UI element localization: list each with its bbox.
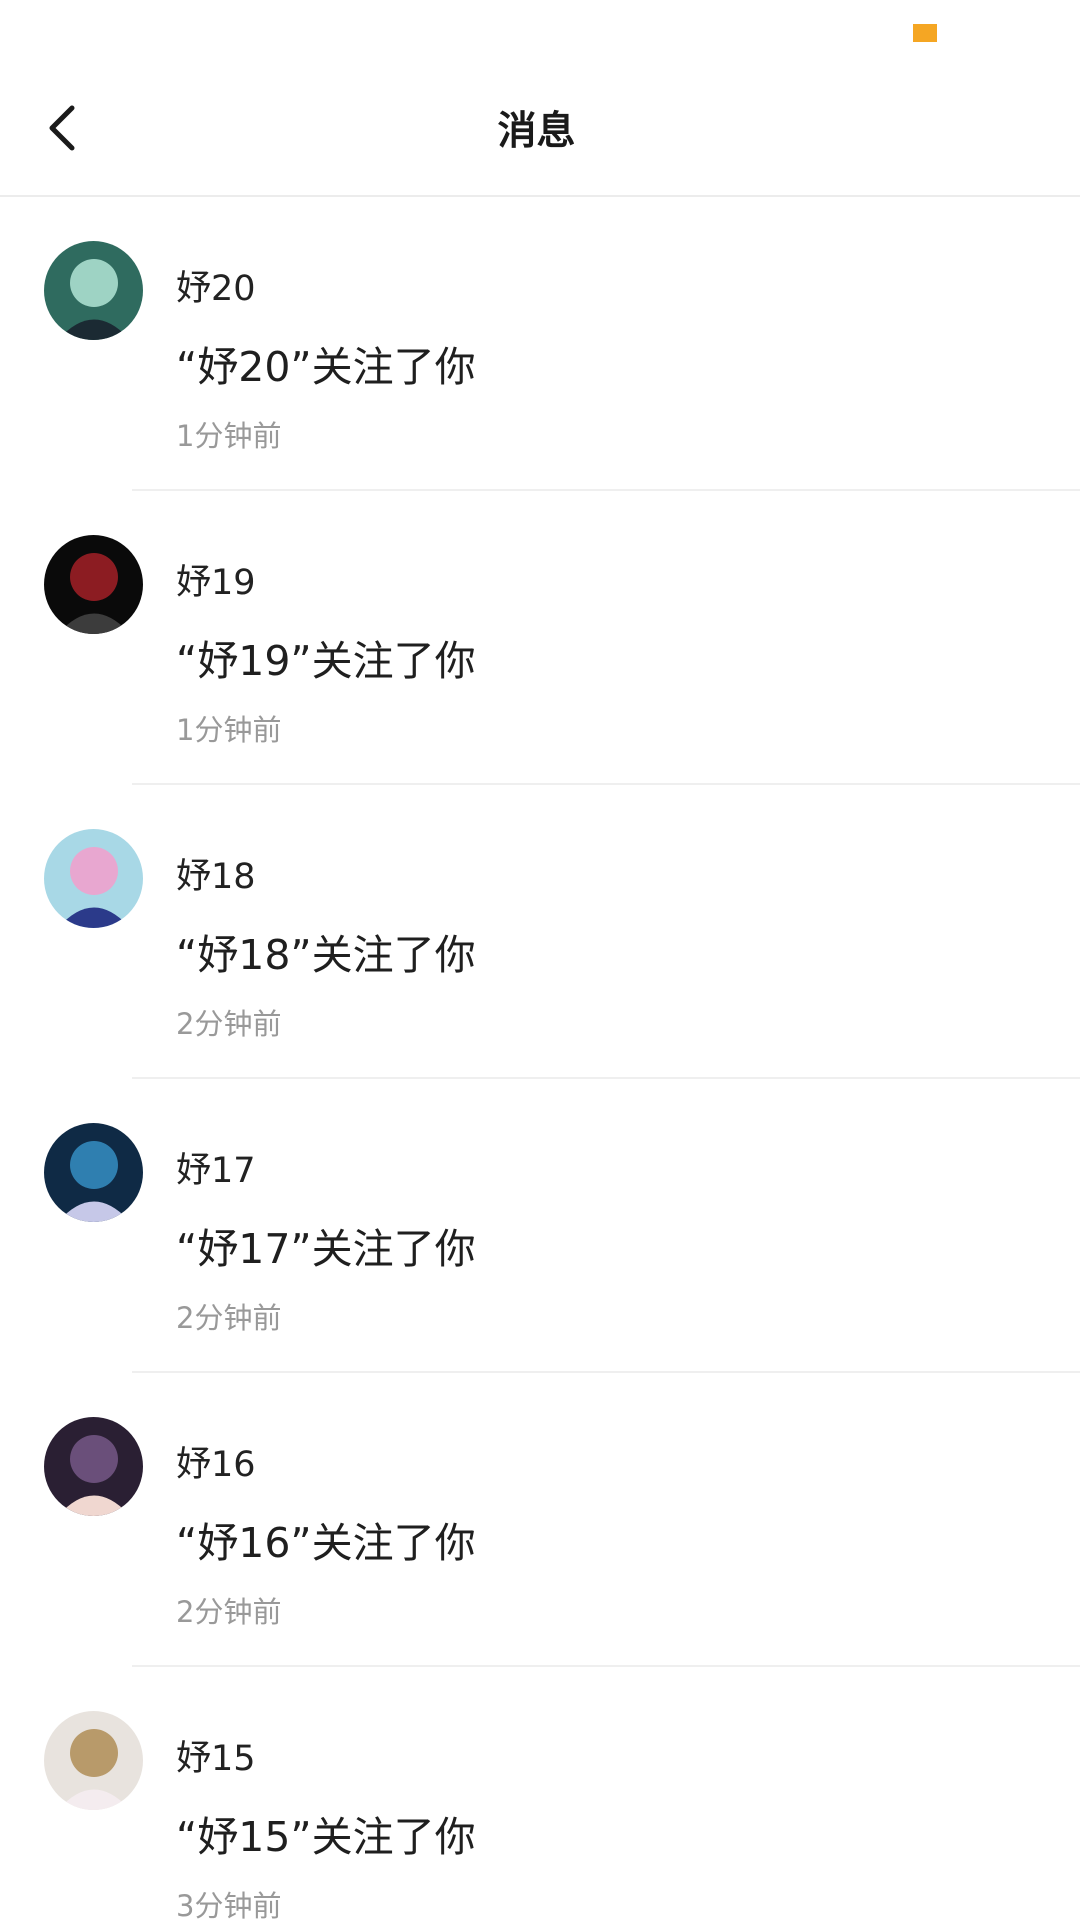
avatar-image (44, 241, 143, 340)
avatar-image (44, 1417, 143, 1516)
message-item[interactable]: 妤19 “妤19”关注了你 1分钟前 (0, 491, 1080, 785)
message-text: “妤20”关注了你 (176, 343, 476, 391)
message-text: “妤17”关注了你 (176, 1225, 476, 1273)
sender-name: 妤15 (176, 1739, 256, 1779)
message-item[interactable]: 妤15 “妤15”关注了你 3分钟前 (0, 1667, 1080, 1920)
message-text: “妤18”关注了你 (176, 931, 476, 979)
sender-name: 妤18 (176, 857, 256, 897)
message-item[interactable]: 妤18 “妤18”关注了你 2分钟前 (0, 785, 1080, 1079)
message-item[interactable]: 妤20 “妤20”关注了你 1分钟前 (0, 197, 1080, 491)
message-time: 1分钟前 (176, 713, 282, 747)
message-time: 2分钟前 (176, 1007, 282, 1041)
message-text: “妤15”关注了你 (176, 1813, 476, 1861)
avatar-image (44, 535, 143, 634)
status-bar (0, 0, 1080, 70)
message-time: 1分钟前 (176, 419, 282, 453)
sender-name: 妤16 (176, 1445, 256, 1485)
message-list: 妤20 “妤20”关注了你 1分钟前 妤19 “妤19”关注了你 1分钟前 妤1… (0, 197, 1080, 1920)
avatar[interactable] (44, 1123, 143, 1222)
message-item[interactable]: 妤16 “妤16”关注了你 2分钟前 (0, 1373, 1080, 1667)
message-time: 2分钟前 (176, 1301, 282, 1335)
page-title: 消息 (497, 109, 576, 154)
message-time: 2分钟前 (176, 1595, 282, 1629)
avatar[interactable] (44, 1711, 143, 1810)
message-text: “妤19”关注了你 (176, 637, 476, 685)
message-text: “妤16”关注了你 (176, 1519, 476, 1567)
notification-indicator (913, 24, 937, 42)
message-item[interactable]: 妤17 “妤17”关注了你 2分钟前 (0, 1079, 1080, 1373)
sender-name: 妤17 (176, 1151, 256, 1191)
header: 消息 (0, 70, 1080, 197)
sender-name: 妤20 (176, 269, 256, 309)
avatar[interactable] (44, 535, 143, 634)
avatar[interactable] (44, 829, 143, 928)
avatar[interactable] (44, 1417, 143, 1516)
avatar[interactable] (44, 241, 143, 340)
avatar-image (44, 1711, 143, 1810)
sender-name: 妤19 (176, 563, 256, 603)
message-time: 3分钟前 (176, 1889, 282, 1920)
avatar-image (44, 1123, 143, 1222)
avatar-image (44, 829, 143, 928)
